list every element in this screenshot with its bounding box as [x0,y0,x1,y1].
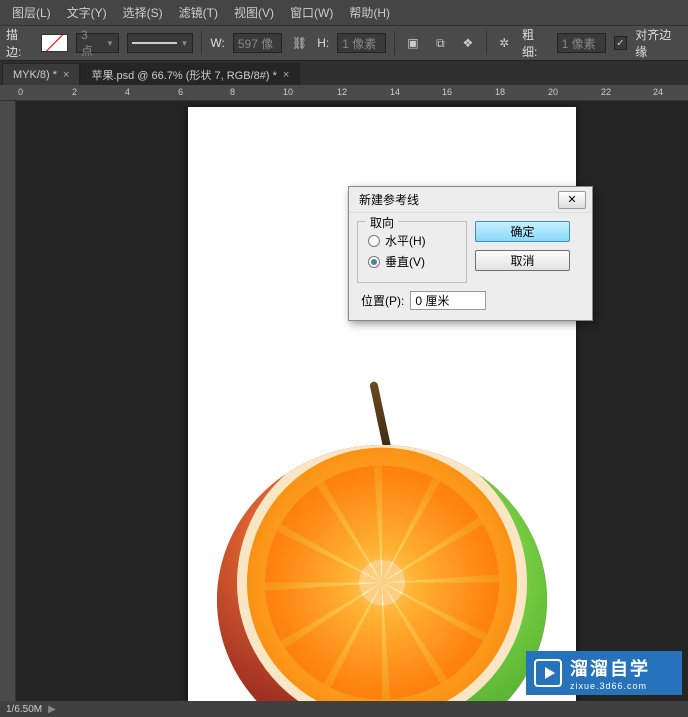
radio-horizontal[interactable] [368,235,380,247]
ruler-tick: 18 [495,87,505,97]
tab-label: MYK/8) * [13,69,57,81]
dialog-close-button[interactable]: ✕ [558,191,586,209]
ruler-tick: 4 [125,87,130,97]
align-edges-label: 对齐边缘 [635,26,682,60]
status-doc-size: 1/6.50M [6,704,42,715]
tab-label: 苹果.psd @ 66.7% (形状 7, RGB/8#) * [91,67,276,83]
tab-doc-1[interactable]: MYK/8) * × [2,63,80,85]
menu-filter[interactable]: 滤镜(T) [171,0,226,25]
radio-vertical-label: 垂直(V) [385,253,425,270]
radio-vertical[interactable] [368,256,380,268]
ruler-vertical[interactable] [0,101,16,701]
stroke-swatch[interactable] [41,34,68,52]
path-ops-icon[interactable]: ▣ [403,33,422,53]
ruler-tick: 24 [653,87,663,97]
menu-bar: 图层(L) 文字(Y) 选择(S) 滤镜(T) 视图(V) 窗口(W) 帮助(H… [0,0,688,25]
menu-select[interactable]: 选择(S) [115,0,171,25]
document-tabs: MYK/8) * × 苹果.psd @ 66.7% (形状 7, RGB/8#) … [0,61,688,85]
radio-horizontal-label: 水平(H) [385,232,426,249]
ruler-tick: 20 [548,87,558,97]
arrange-icon[interactable]: ❖ [458,33,477,53]
ruler-tick: 16 [442,87,452,97]
menu-window[interactable]: 窗口(W) [282,0,341,25]
stroke-width-dropdown[interactable]: 3 点▼ [76,33,119,53]
w-input[interactable]: 597 像 [233,33,282,53]
menu-help[interactable]: 帮助(H) [341,0,398,25]
position-label: 位置(P): [361,292,404,309]
stroke-style-dropdown[interactable]: ▼ [127,33,193,53]
apple-orange-image [217,445,547,701]
align-icon[interactable]: ⧉ [431,33,450,53]
link-icon[interactable]: ⛓ [290,33,309,53]
ruler-tick: 0 [18,87,23,97]
dialog-title: 新建参考线 [359,191,419,208]
ruler-tick: 2 [72,87,77,97]
menu-view[interactable]: 视图(V) [226,0,282,25]
ruler-tick: 22 [601,87,611,97]
tab-doc-2[interactable]: 苹果.psd @ 66.7% (形状 7, RGB/8#) * × [80,63,300,85]
gear-icon[interactable]: ✲ [495,33,514,53]
ruler-tick: 10 [283,87,293,97]
align-edges-checkbox[interactable]: ✓ [614,36,628,50]
watermark: 溜溜自学 zixue.3d66.com [526,651,682,695]
menu-text[interactable]: 文字(Y) [59,0,115,25]
new-guide-dialog: 新建参考线 ✕ 取向 水平(H) 垂直(V) 确定 取消 位置(P): 0 厘米 [348,186,593,321]
watermark-url: zixue.3d66.com [570,681,650,691]
close-icon[interactable]: × [283,69,289,81]
menu-layer[interactable]: 图层(L) [4,0,59,25]
watermark-logo-icon [534,659,562,687]
options-bar: 描边: 3 点▼ ▼ W: 597 像 ⛓ H: 1 像素 ▣ ⧉ ❖ ✲ 粗细… [0,25,688,61]
h-input[interactable]: 1 像素 [337,33,386,53]
h-label: H: [317,36,329,50]
orientation-legend: 取向 [366,214,398,231]
position-input[interactable]: 0 厘米 [410,291,486,310]
watermark-title: 溜溜自学 [570,655,650,681]
status-bar: 1/6.50M ▶ [0,701,688,717]
w-label: W: [210,36,224,50]
ruler-tick: 12 [337,87,347,97]
cancel-button[interactable]: 取消 [475,250,570,271]
ruler-tick: 6 [178,87,183,97]
ok-button[interactable]: 确定 [475,221,570,242]
ruler-horizontal[interactable]: 024681012141618202224 [0,85,688,101]
thickness-label: 粗细: [522,26,549,60]
ruler-tick: 14 [390,87,400,97]
ruler-tick: 8 [230,87,235,97]
status-arrow-icon[interactable]: ▶ [48,704,56,715]
orientation-group: 取向 水平(H) 垂直(V) [357,221,467,283]
thickness-input[interactable]: 1 像素 [557,33,606,53]
stroke-label: 描边: [6,26,33,60]
close-icon[interactable]: × [63,69,69,81]
